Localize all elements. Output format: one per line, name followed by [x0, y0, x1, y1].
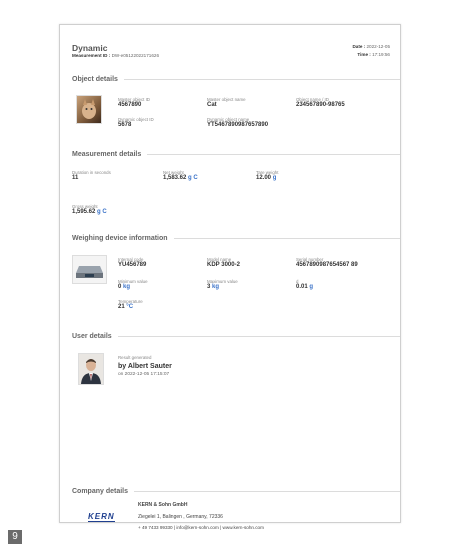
dynamic-object-name: Dynamic object name YT5467890987657890 [207, 117, 269, 128]
gross-weight: Gross weight 1,595.62 g C [72, 204, 107, 215]
master-object-name: Master object name Cat [207, 97, 246, 108]
section-weighing-device: Weighing device information [72, 235, 400, 242]
section-divider [123, 79, 400, 80]
user-portrait-icon [78, 353, 104, 385]
user-name: by Albert Sauter [118, 363, 172, 370]
duration-seconds: Duration in seconds 11 [72, 170, 111, 181]
page-number: 9 [8, 530, 22, 544]
cat-photo-icon-svg [82, 99, 96, 119]
master-object-id: Master object ID 4567890 [118, 97, 150, 108]
generated-datetime: on 2022-12-05 17:15:07 [118, 372, 170, 377]
model-name: Model name KDP 3000-2 [207, 257, 240, 268]
d-value: d 0.01 g [296, 279, 314, 290]
kern-logo: KERN [88, 512, 115, 522]
scale-device-icon [72, 255, 107, 284]
maximum-value: Maximum value 3 kg [207, 279, 238, 290]
tare-weight: Tare weight 12.00 g [256, 170, 279, 181]
company-contact: + 49 7433 99330 | info@kern-sohn.com | w… [138, 525, 264, 530]
serial-number: Serial number 4567890987654567 89 [296, 257, 358, 268]
measurement-id: Measurement ID : DW-e05122022171626 [72, 53, 160, 58]
report-date: Date : 2022-12-05 [352, 44, 390, 49]
dynamic-object-id: Dynamic object ID 5678 [118, 117, 154, 128]
report-time: Time : 17:19:56 [357, 52, 390, 57]
section-company-details: Company details [72, 488, 400, 495]
net-weight: Net weight 1,583.62 g C [163, 170, 198, 181]
cat-photo-icon [76, 95, 102, 124]
result-generated: Result generated by Albert Sauter on 202… [118, 355, 172, 377]
company-name: KERN & Sohn GmbH [138, 502, 188, 508]
internal-code: Internal code YU456789 [118, 257, 147, 268]
report-page: Dynamic Measurement ID : DW-e05122022171… [59, 24, 401, 530]
section-object-details: Object details [72, 76, 400, 83]
object-name-id: Object name / ID 234567890-98765 [296, 97, 345, 108]
company-address: Ziegelei 1, Balingen , Germany, 72336 [138, 514, 223, 520]
minimum-value: Minimum value 0 kg [118, 279, 148, 290]
user-portrait-icon-svg [81, 359, 101, 384]
section-divider [134, 491, 400, 492]
temperature: Temperature 21 °C [118, 299, 143, 310]
section-divider [147, 154, 400, 155]
section-divider [117, 336, 400, 337]
section-user-details: User details [72, 333, 400, 340]
section-divider [173, 238, 400, 239]
report-title: Dynamic [72, 43, 108, 53]
section-measurement-details: Measurement details [72, 151, 400, 158]
scale-device-icon-svg [76, 266, 103, 278]
